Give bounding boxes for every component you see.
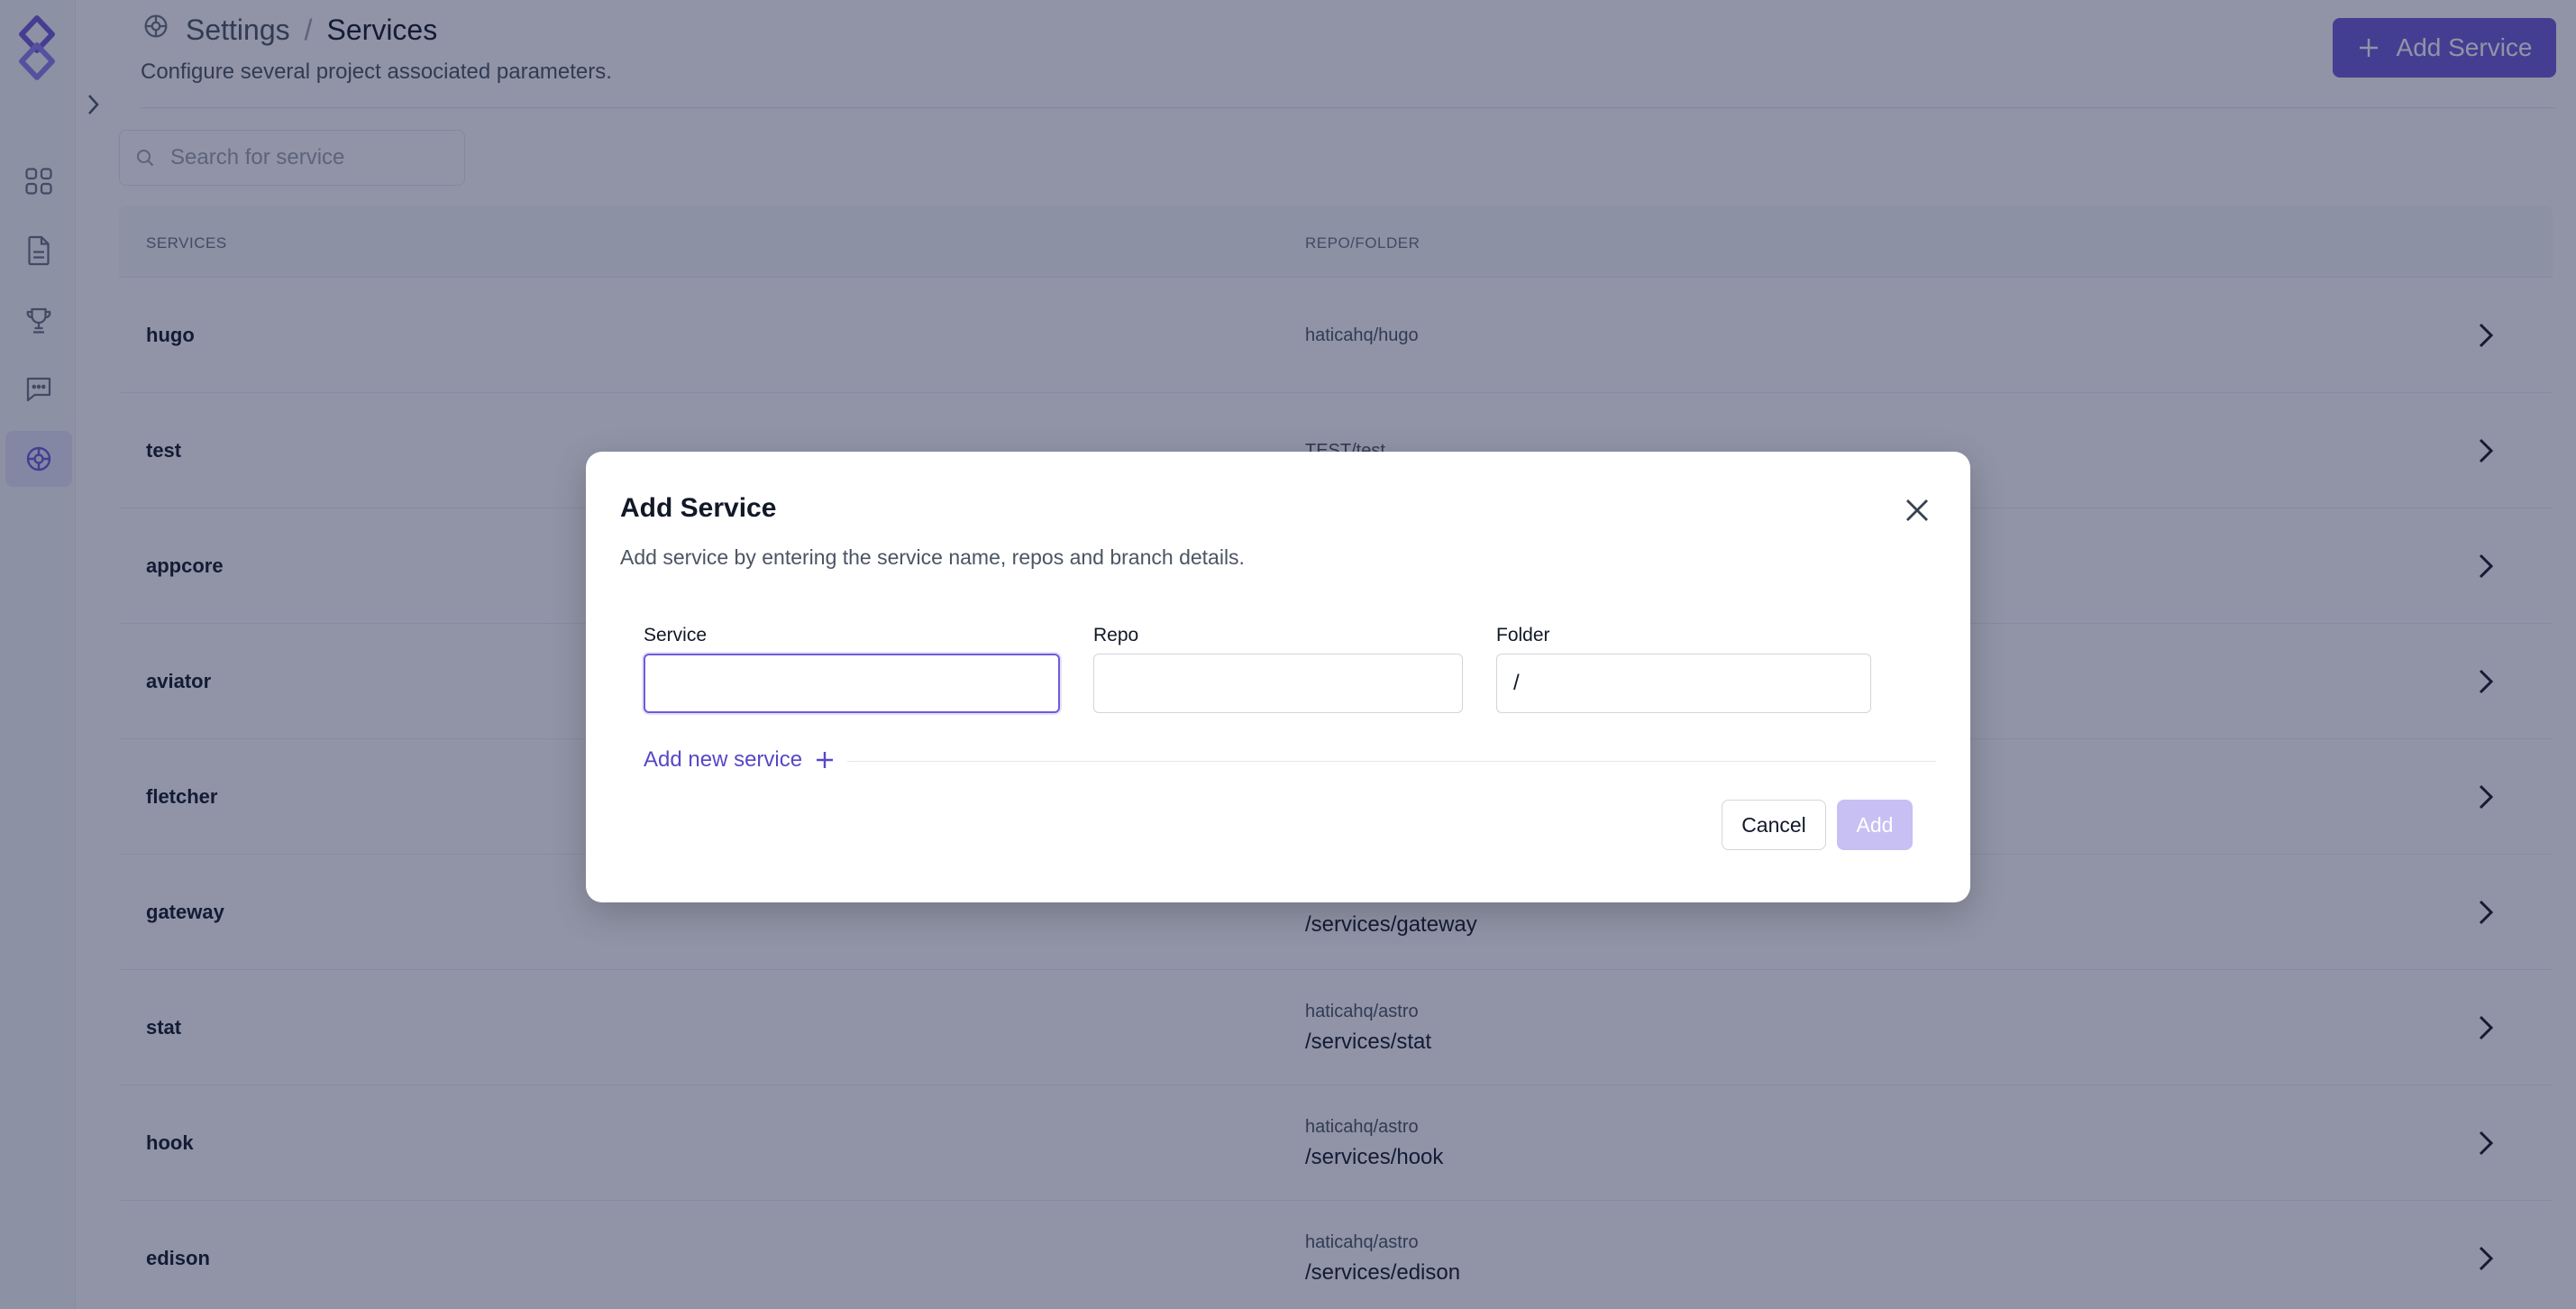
- dialog-description: Add service by entering the service name…: [620, 545, 1245, 569]
- repo-field-label: Repo: [1093, 625, 1139, 645]
- cancel-button[interactable]: Cancel: [1722, 800, 1826, 850]
- folder-input[interactable]: [1496, 654, 1871, 713]
- plus-icon: [817, 752, 834, 768]
- close-icon: [1906, 499, 1928, 521]
- service-input[interactable]: [644, 654, 1060, 713]
- folder-field-label: Folder: [1496, 625, 1550, 645]
- close-button[interactable]: [1900, 493, 1934, 527]
- app-root: Settings / Services Configure several pr…: [0, 0, 2576, 1309]
- service-field-label: Service: [644, 625, 708, 645]
- add-service-dialog: Add Service Add service by entering the …: [586, 452, 1970, 902]
- repo-input[interactable]: [1093, 654, 1463, 713]
- add-new-service-label: Add new service: [644, 747, 803, 772]
- add-button[interactable]: Add: [1837, 800, 1913, 850]
- divider: [847, 761, 1936, 762]
- dialog-title: Add Service: [620, 493, 777, 523]
- add-new-service-link[interactable]: Add new service: [644, 747, 835, 773]
